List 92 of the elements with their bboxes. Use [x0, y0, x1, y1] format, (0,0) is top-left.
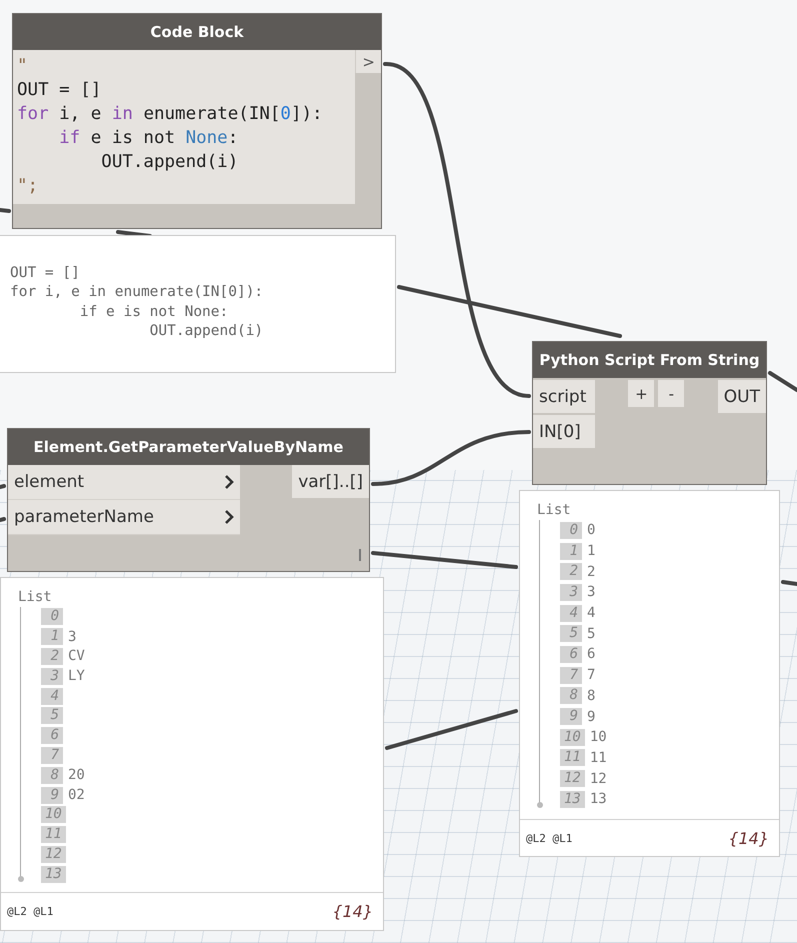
index-label: 5	[560, 625, 582, 642]
port-button[interactable]: +	[628, 380, 654, 407]
wire[interactable]	[0, 484, 6, 489]
list-value: CV	[68, 648, 85, 664]
list-value: 2	[587, 564, 596, 580]
index-label: 12	[41, 846, 66, 863]
index-label: 6	[41, 727, 63, 744]
wire[interactable]	[781, 580, 797, 586]
wire[interactable]	[768, 371, 797, 392]
chevron-icon	[224, 510, 234, 524]
node-title: Element.GetParameterValueByName	[8, 429, 369, 465]
list-levels: @L2 @L1	[526, 832, 572, 844]
code-line: "	[17, 55, 29, 78]
input-port[interactable]: script	[533, 380, 595, 413]
list-value: 13	[590, 791, 607, 808]
index-label: 7	[41, 746, 63, 764]
index-label: 11	[41, 826, 66, 844]
wire[interactable]	[383, 62, 531, 398]
index-label: 7	[560, 666, 582, 684]
list-header: List	[18, 589, 52, 605]
code-line: if e is not None:	[78, 302, 230, 322]
list-header: List	[537, 502, 571, 518]
index-label: 0	[41, 608, 63, 626]
list-value: 3	[68, 628, 76, 645]
python-script-node[interactable]: Python Script From String script IN[0] + - OUT	[532, 341, 767, 485]
list-value: 12	[590, 770, 607, 787]
input-port[interactable]: IN[0]	[533, 415, 595, 448]
wire[interactable]	[116, 230, 152, 238]
index-label: 13	[560, 790, 585, 808]
wire[interactable]	[371, 551, 518, 569]
index-label: 10	[560, 728, 585, 746]
index-label: 13	[41, 866, 66, 883]
code-block-node[interactable]: Code Block " OUT = [] for i, e in enumerate(IN[0]): if e is not None: OUT.append(i) "; >	[12, 13, 382, 229]
index-label: 3	[41, 668, 63, 685]
code-line: OUT = []	[17, 79, 102, 102]
index-label: 9	[560, 708, 582, 726]
wire[interactable]	[0, 208, 11, 213]
index-label: 9	[41, 786, 63, 804]
output-port[interactable]: OUT	[718, 380, 766, 413]
index-label: 10	[41, 806, 66, 824]
code-line: OUT.append(i)	[100, 151, 240, 174]
index-label: 12	[560, 770, 585, 788]
list-value: 5	[587, 626, 596, 642]
index-label: 6	[560, 646, 582, 663]
list-value: 1	[587, 543, 596, 560]
chevron-icon	[224, 475, 234, 489]
list-value: 10	[590, 729, 607, 746]
list-value: 6	[587, 646, 596, 662]
index-label: 3	[560, 584, 582, 601]
output-port[interactable]: >	[355, 50, 381, 73]
index-label: 4	[41, 688, 63, 705]
code-line: OUT = []	[10, 264, 81, 283]
code-line: if e is not None:	[58, 127, 240, 150]
element-node[interactable]: Element.GetParameterValueByName element parameterName var[]..[]	[7, 428, 370, 572]
code-editor[interactable]: " OUT = [] for i, e in enumerate(IN[0]): if e is not None: OUT.append(i) ";	[13, 50, 356, 204]
list-value: LY	[68, 668, 85, 684]
input-port[interactable]: parameterName	[8, 500, 240, 535]
wire[interactable]	[397, 285, 622, 338]
item-count: {14}	[728, 828, 769, 848]
index-label: 5	[41, 707, 63, 724]
list-value: 3	[587, 584, 596, 600]
list-value: 11	[590, 750, 607, 766]
list-value: 8	[587, 688, 596, 704]
list-value: 0	[587, 522, 596, 538]
index-label: 4	[560, 604, 582, 622]
wire[interactable]	[371, 430, 531, 486]
wire[interactable]	[0, 517, 6, 522]
code-line: ";	[17, 175, 40, 198]
list-value: 02	[68, 787, 85, 804]
index-label: 8	[560, 687, 582, 704]
index-label: 0	[560, 522, 582, 539]
index-label: 2	[560, 563, 582, 580]
index-label: 1	[560, 542, 582, 560]
node-title: Python Script From String	[533, 342, 766, 378]
index-label: 8	[41, 766, 63, 784]
wire[interactable]	[385, 709, 518, 750]
list-levels: @L2 @L1	[7, 905, 54, 918]
item-count: {14}	[332, 902, 373, 921]
index-label: 2	[41, 648, 63, 665]
list-value: 20	[68, 767, 85, 784]
code-line: OUT.append(i)	[148, 322, 264, 341]
node-title: Code Block	[13, 14, 381, 50]
output-port[interactable]: var[]..[]	[292, 465, 369, 498]
code-line: for i, e in enumerate(IN[0]):	[10, 283, 264, 302]
index-label: 11	[560, 749, 585, 766]
input-port[interactable]: element	[8, 465, 240, 500]
index-label: 1	[41, 628, 63, 646]
code-line: for i, e in enumerate(IN[0]):	[17, 103, 324, 126]
list-value: 9	[587, 708, 596, 725]
list-value: 4	[587, 605, 596, 622]
list-value: 7	[587, 667, 596, 684]
port-button[interactable]: -	[658, 380, 684, 407]
